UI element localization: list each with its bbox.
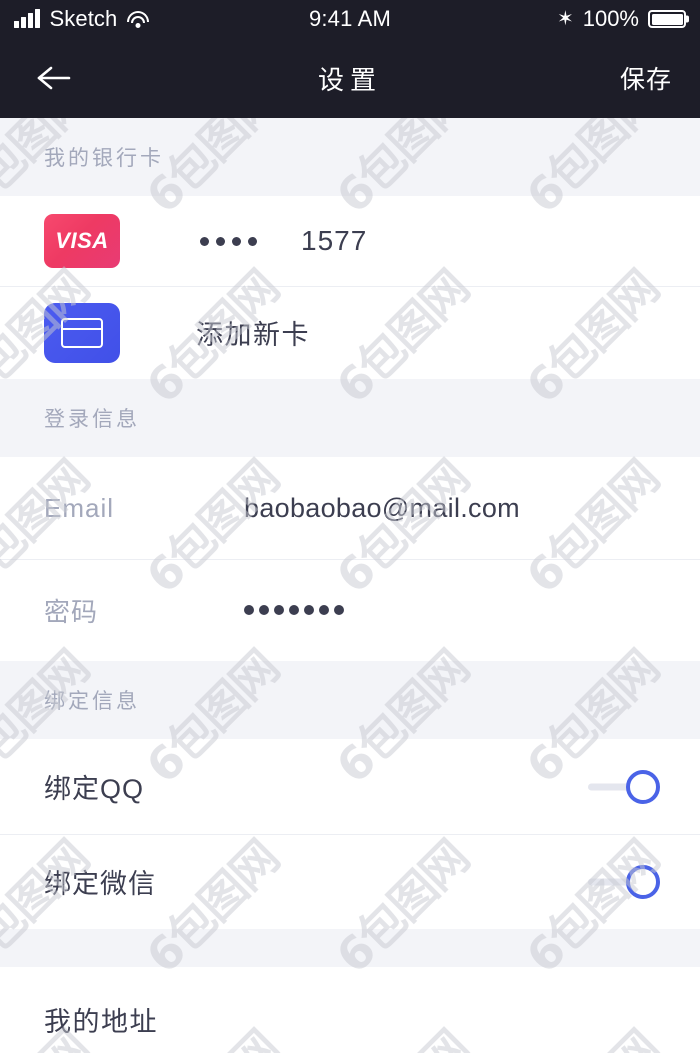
section-spacer — [0, 929, 700, 967]
bluetooth-icon: ✶ — [556, 8, 574, 30]
password-row[interactable]: 密码 — [0, 559, 700, 661]
add-new-card-label: 添加新卡 — [196, 320, 310, 350]
email-value[interactable]: baobaobao@mail.com — [244, 493, 520, 524]
status-bar-left: Sketch — [14, 6, 150, 32]
back-button[interactable] — [0, 38, 110, 118]
bind-qq-label: 绑定QQ — [44, 774, 145, 804]
my-address-label: 我的地址 — [44, 1007, 158, 1037]
email-row[interactable]: Email baobaobao@mail.com — [0, 457, 700, 559]
credit-card-icon — [44, 302, 120, 363]
toggle-knob — [626, 769, 660, 804]
battery-percent-label: 100% — [582, 6, 639, 31]
bind-qq-toggle[interactable] — [588, 768, 660, 806]
password-label: 密码 — [44, 596, 99, 627]
status-bar: Sketch 9:41 AM ✶ 100% — [0, 0, 700, 38]
card-last4-label: 1577 — [301, 225, 368, 256]
my-address-row[interactable]: 我的地址 — [0, 967, 700, 1053]
section-header-binding: 绑定信息 — [0, 661, 700, 739]
section-header-login: 登录信息 — [0, 379, 700, 457]
status-bar-right: ✶ 100% — [557, 6, 686, 32]
save-button[interactable]: 保存 — [620, 60, 672, 96]
settings-content: 我的银行卡 VISA 1577 添加新卡 登录信息 Email baobaoba… — [0, 118, 700, 1053]
section-header-cards: 我的银行卡 — [0, 118, 700, 196]
bind-wechat-label: 绑定微信 — [44, 869, 156, 899]
carrier-label: Sketch — [49, 6, 118, 31]
email-label: Email — [44, 492, 115, 523]
arrow-left-icon — [37, 66, 71, 90]
saved-card-row[interactable]: VISA 1577 — [0, 196, 700, 286]
cellular-signal-icon — [14, 9, 40, 28]
bind-wechat-toggle[interactable] — [588, 863, 660, 901]
visa-brand-label: VISA — [55, 228, 109, 253]
battery-icon — [648, 10, 686, 28]
navigation-bar: 设置 保存 — [0, 38, 700, 118]
bind-wechat-row[interactable]: 绑定微信 — [0, 834, 700, 929]
visa-card-icon: VISA — [44, 214, 120, 268]
add-new-card-row[interactable]: 添加新卡 — [0, 286, 700, 379]
bind-qq-row[interactable]: 绑定QQ — [0, 739, 700, 834]
wifi-icon — [127, 10, 150, 28]
card-mask-dots — [200, 236, 257, 246]
phone-screen: Sketch 9:41 AM ✶ 100% 设置 保存 我的银行卡 VISA 1… — [0, 0, 700, 1053]
toggle-knob — [626, 864, 660, 899]
password-value[interactable] — [244, 605, 344, 615]
